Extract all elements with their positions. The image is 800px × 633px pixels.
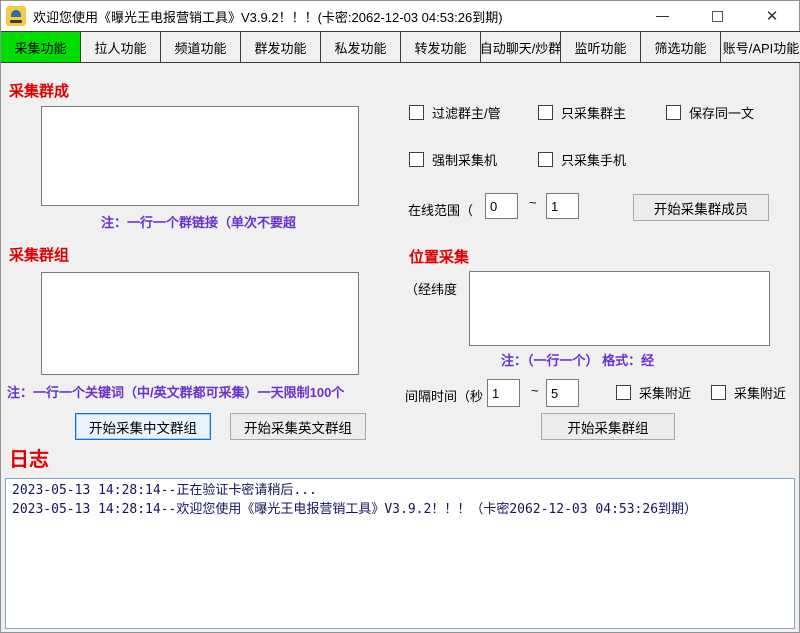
- interval-max-input[interactable]: [546, 379, 579, 407]
- checkbox-label: 采集附近: [639, 383, 695, 402]
- tab-invite[interactable]: 拉人功能: [81, 32, 161, 62]
- checkbox-box[interactable]: [409, 152, 424, 167]
- close-icon: ✕: [766, 9, 779, 24]
- tab-monitor[interactable]: 监听功能: [561, 32, 641, 62]
- log-line: 2023-05-13 14:28:14--欢迎您使用《曝光王电报营销工具》V3.…: [12, 501, 788, 520]
- collect-members-note: 注：一行一个群链接（单次不要超: [101, 212, 373, 231]
- interval-min-input[interactable]: [487, 379, 520, 407]
- app-icon-arch: [11, 10, 21, 17]
- online-range-max-input[interactable]: [546, 193, 579, 219]
- collect-members-title: 采集群成: [9, 80, 79, 101]
- tab-account-api[interactable]: 账号/API功能: [721, 32, 800, 62]
- window-title: 欢迎您使用《曝光王电报营销工具》V3.9.2！！！(卡密:2062-12-03 …: [33, 7, 503, 26]
- minimize-button[interactable]: [647, 1, 677, 31]
- checkbox-only-admins[interactable]: 只采集群主: [538, 104, 648, 120]
- collect-groups-note: 注：一行一个关键词（中/英文群都可采集）一天限制100个: [7, 382, 391, 401]
- checkbox-label: 只采集手机: [561, 150, 633, 169]
- keywords-textarea[interactable]: [41, 272, 359, 375]
- checkbox-box[interactable]: [538, 105, 553, 120]
- latlng-label: （经纬度: [405, 279, 465, 298]
- tab-group-send[interactable]: 群发功能: [241, 32, 321, 62]
- title-bar: 欢迎您使用《曝光王电报营销工具》V3.9.2！！！(卡密:2062-12-03 …: [1, 1, 799, 31]
- tab-bar: 采集功能 拉人功能 频道功能 群发功能 私发功能 转发功能 自动聊天/炒群 监听…: [1, 31, 800, 63]
- checkbox-box[interactable]: [538, 152, 553, 167]
- checkbox-box[interactable]: [666, 105, 681, 120]
- checkbox-label: 保存同一文: [689, 103, 773, 122]
- checkbox-force-collect[interactable]: 强制采集机: [409, 151, 509, 167]
- tab-collect[interactable]: 采集功能: [1, 32, 81, 62]
- checkbox-label: 采集附近: [734, 383, 790, 402]
- checkbox-label: 强制采集机: [432, 150, 504, 169]
- minimize-icon: [656, 16, 669, 17]
- app-window: 欢迎您使用《曝光王电报营销工具》V3.9.2！！！(卡密:2062-12-03 …: [0, 0, 800, 633]
- log-output[interactable]: 2023-05-13 14:28:14--正在验证卡密请稍后... 2023-0…: [5, 478, 795, 629]
- close-button[interactable]: ✕: [757, 1, 787, 31]
- maximize-icon: [712, 11, 723, 22]
- tab-auto-chat[interactable]: 自动聊天/炒群: [481, 32, 561, 62]
- checkbox-box[interactable]: [711, 385, 726, 400]
- start-collect-en-groups-button[interactable]: 开始采集英文群组: [230, 413, 366, 440]
- checkbox-box[interactable]: [616, 385, 631, 400]
- tab-channel[interactable]: 频道功能: [161, 32, 241, 62]
- checkbox-label: 只采集群主: [561, 103, 643, 122]
- window-controls: ✕: [622, 1, 787, 31]
- checkbox-filter-admins[interactable]: 过滤群主/管: [409, 104, 521, 120]
- checkbox-collect-nearby-1[interactable]: 采集附近: [616, 384, 698, 400]
- location-collect-title: 位置采集: [409, 246, 469, 267]
- online-range-label: 在线范围（: [408, 200, 486, 219]
- collect-groups-title: 采集群组: [9, 244, 71, 265]
- interval-label: 间隔时间（秒: [405, 386, 485, 405]
- group-links-textarea[interactable]: [41, 106, 359, 206]
- location-collect-note: 注：（一行一个） 格式：经: [501, 350, 677, 369]
- app-icon: [6, 6, 26, 26]
- checkbox-only-phone[interactable]: 只采集手机: [538, 151, 638, 167]
- interval-separator: ~: [531, 383, 539, 398]
- checkbox-box[interactable]: [409, 105, 424, 120]
- log-line: 2023-05-13 14:28:14--正在验证卡密请稍后...: [12, 482, 788, 501]
- app-icon-band: [10, 20, 22, 23]
- start-collect-members-button[interactable]: 开始采集群成员: [633, 194, 769, 221]
- maximize-button[interactable]: [702, 1, 732, 31]
- log-title: 日志: [9, 443, 49, 472]
- start-collect-cn-groups-button[interactable]: 开始采集中文群组: [75, 413, 211, 440]
- tab-filter[interactable]: 筛选功能: [641, 32, 721, 62]
- online-range-min-input[interactable]: [485, 193, 518, 219]
- checkbox-label: 过滤群主/管: [432, 103, 516, 122]
- checkbox-save-same-file[interactable]: 保存同一文: [666, 104, 778, 120]
- tab-private-send[interactable]: 私发功能: [321, 32, 401, 62]
- tab-forward[interactable]: 转发功能: [401, 32, 481, 62]
- online-range-separator: ~: [529, 195, 537, 210]
- start-collect-location-groups-button[interactable]: 开始采集群组: [541, 413, 675, 440]
- latlng-textarea[interactable]: [469, 271, 770, 346]
- checkbox-collect-nearby-2[interactable]: 采集附近: [711, 384, 793, 400]
